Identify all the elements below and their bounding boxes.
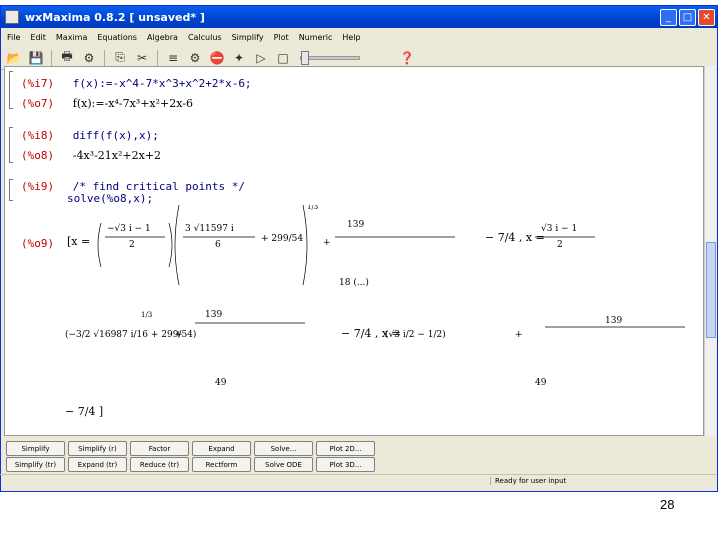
svg-text:139: 139 bbox=[205, 310, 222, 320]
menu-algebra[interactable]: Algebra bbox=[147, 33, 178, 42]
stop-square-icon[interactable]: □ bbox=[274, 49, 292, 67]
svg-text:18 (...): 18 (...) bbox=[339, 277, 369, 288]
svg-text:+ 299/54: + 299/54 bbox=[261, 234, 303, 244]
worksheet[interactable]: (%i7) f(x):=-x^4-7*x^3+x^2+2*x-6; (%o7) … bbox=[4, 66, 704, 436]
button-row-1: Simplify Simplify (r) Factor Expand Solv… bbox=[6, 441, 375, 456]
output-label: (%o7) bbox=[21, 97, 55, 110]
menu-maxima[interactable]: Maxima bbox=[56, 33, 87, 42]
title-bar: wxMaxima 0.8.2 [ unsaved* ] _ □ ✕ bbox=[1, 6, 717, 28]
svg-text:1/3: 1/3 bbox=[307, 205, 318, 211]
svg-text:− 7/4 , x =: − 7/4 , x = bbox=[485, 231, 545, 244]
slider-thumb[interactable] bbox=[301, 50, 309, 65]
cut-icon[interactable]: ✂ bbox=[133, 49, 151, 67]
cell-row: solve(%o8,x); bbox=[67, 192, 153, 205]
factor-button[interactable]: Factor bbox=[130, 441, 189, 456]
svg-text:[x =: [x = bbox=[67, 235, 90, 248]
interrupt-icon[interactable]: ✦ bbox=[230, 49, 248, 67]
svg-text:6: 6 bbox=[215, 240, 221, 250]
input-label: (%i7) bbox=[21, 77, 55, 90]
svg-text:1/3: 1/3 bbox=[141, 311, 152, 319]
page-number: 28 bbox=[660, 497, 675, 512]
expand-button[interactable]: Expand bbox=[192, 441, 251, 456]
print-icon[interactable]: 🖶 bbox=[58, 49, 76, 67]
menu-simplify[interactable]: Simplify bbox=[232, 33, 264, 42]
menu-help[interactable]: Help bbox=[342, 33, 360, 42]
status-text: Ready for user input bbox=[490, 477, 566, 485]
menu-edit[interactable]: Edit bbox=[30, 33, 46, 42]
svg-text:(√3 i/2 − 1/2): (√3 i/2 − 1/2) bbox=[385, 329, 446, 340]
minimize-button[interactable]: _ bbox=[660, 8, 677, 26]
svg-text:2: 2 bbox=[557, 240, 563, 250]
svg-text:2: 2 bbox=[129, 240, 135, 250]
menu-bar: File Edit Maxima Equations Algebra Calcu… bbox=[1, 28, 717, 46]
rectform-button[interactable]: Rectform bbox=[192, 457, 251, 472]
menu-numeric[interactable]: Numeric bbox=[299, 33, 333, 42]
cell-row: (%o9) bbox=[21, 237, 54, 250]
scrollbar-thumb[interactable] bbox=[706, 242, 716, 338]
play-icon[interactable]: ▷ bbox=[252, 49, 270, 67]
svg-text:−√3 i − 1: −√3 i − 1 bbox=[107, 223, 151, 234]
svg-text:− 7/4 ]: − 7/4 ] bbox=[65, 405, 103, 418]
input-label: (%i8) bbox=[21, 129, 55, 142]
cell-bracket[interactable] bbox=[9, 127, 13, 163]
cell-bracket[interactable] bbox=[9, 179, 13, 201]
solve-ode-button[interactable]: Solve ODE bbox=[254, 457, 313, 472]
cell-bracket[interactable] bbox=[9, 71, 13, 109]
input-label: (%i9) bbox=[21, 180, 55, 193]
output-text: -4x³-21x²+2x+2 bbox=[72, 149, 162, 162]
svg-text:49: 49 bbox=[535, 378, 547, 388]
toolbar-separator bbox=[157, 49, 158, 66]
help-icon[interactable]: ❓ bbox=[398, 49, 416, 67]
svg-text:139: 139 bbox=[347, 220, 364, 230]
cell-row: (%i8) diff(f(x),x); bbox=[21, 129, 159, 142]
simplify-tr-button[interactable]: Simplify (tr) bbox=[6, 457, 65, 472]
expand-tr-button[interactable]: Expand (tr) bbox=[68, 457, 127, 472]
toolbar-separator bbox=[104, 49, 105, 66]
svg-text:3 √11597 i: 3 √11597 i bbox=[185, 223, 234, 234]
output-label: (%o9) bbox=[21, 237, 55, 250]
svg-text:49: 49 bbox=[215, 378, 227, 388]
stop-icon[interactable]: ⛔ bbox=[208, 49, 226, 67]
vertical-scrollbar[interactable] bbox=[704, 66, 716, 436]
animation-slider[interactable] bbox=[300, 50, 360, 65]
cell-row: (%i7) f(x):=-x^4-7*x^3+x^2+2*x-6; bbox=[21, 77, 252, 90]
app-icon bbox=[5, 10, 19, 24]
svg-text:+: + bbox=[323, 238, 331, 248]
menu-calculus[interactable]: Calculus bbox=[188, 33, 222, 42]
menu-equations[interactable]: Equations bbox=[97, 33, 137, 42]
menu-plot[interactable]: Plot bbox=[274, 33, 289, 42]
output-label: (%o8) bbox=[21, 149, 55, 162]
window-title: wxMaxima 0.8.2 [ unsaved* ] bbox=[25, 10, 205, 24]
settings-icon[interactable]: ⚙ bbox=[80, 49, 98, 67]
cell-row: (%o8) -4x³-21x²+2x+2 bbox=[21, 149, 161, 162]
svg-text:139: 139 bbox=[605, 316, 622, 326]
solution-output: [x = −√3 i − 1 2 3 √11597 i 6 + 299/54 1… bbox=[65, 205, 685, 418]
text-cell-icon[interactable]: ≡ bbox=[164, 49, 182, 67]
status-bar: Ready for user input bbox=[0, 474, 716, 487]
menu-file[interactable]: File bbox=[7, 33, 20, 42]
gear-icon[interactable]: ⚙ bbox=[186, 49, 204, 67]
plot-2d-button[interactable]: Plot 2D... bbox=[316, 441, 375, 456]
button-row-2: Simplify (tr) Expand (tr) Reduce (tr) Re… bbox=[6, 457, 375, 472]
solve-button[interactable]: Solve... bbox=[254, 441, 313, 456]
input-text[interactable]: f(x):=-x^4-7*x^3+x^2+2*x-6; bbox=[73, 77, 252, 90]
input-text[interactable]: diff(f(x),x); bbox=[73, 129, 159, 142]
copy-icon[interactable]: ⎘ bbox=[111, 49, 129, 67]
toolbar-separator bbox=[51, 49, 52, 66]
save-icon[interactable]: 💾 bbox=[27, 49, 45, 67]
close-button[interactable]: ✕ bbox=[698, 8, 715, 26]
output-text: f(x):=-x⁴-7x³+x²+2x-6 bbox=[72, 97, 193, 110]
simplify-button[interactable]: Simplify bbox=[6, 441, 65, 456]
reduce-tr-button[interactable]: Reduce (tr) bbox=[130, 457, 189, 472]
cell-row: (%o7) f(x):=-x⁴-7x³+x²+2x-6 bbox=[21, 97, 193, 110]
simplify-r-button[interactable]: Simplify (r) bbox=[68, 441, 127, 456]
maximize-button[interactable]: □ bbox=[679, 8, 696, 26]
svg-text:+: + bbox=[515, 330, 523, 340]
open-folder-icon[interactable]: 📂 bbox=[5, 49, 23, 67]
input-text[interactable]: solve(%o8,x); bbox=[67, 192, 153, 205]
svg-text:√3 i − 1: √3 i − 1 bbox=[541, 223, 577, 234]
svg-text:+: + bbox=[175, 330, 183, 340]
plot-3d-button[interactable]: Plot 3D... bbox=[316, 457, 375, 472]
